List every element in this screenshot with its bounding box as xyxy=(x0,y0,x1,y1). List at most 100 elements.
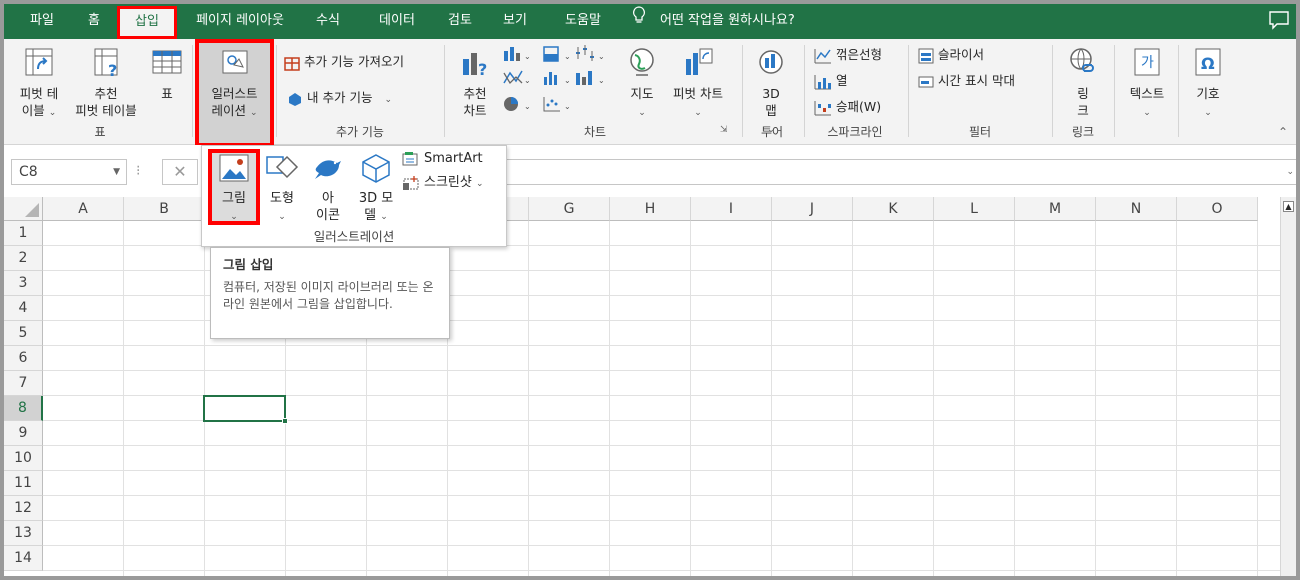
tab-file[interactable]: 파일 xyxy=(24,4,60,39)
expand-formula-icon[interactable]: ⌄ xyxy=(1286,160,1294,184)
group-label-addins: 추가 기능 xyxy=(336,125,384,139)
illustrations-icon xyxy=(195,45,274,83)
smartart-button[interactable]: SmartArt xyxy=(402,148,483,170)
row-header-4[interactable]: 4 xyxy=(4,296,43,321)
tab-insert[interactable]: 삽입 xyxy=(117,6,177,39)
svg-text:⌄: ⌄ xyxy=(564,76,571,85)
recommended-charts-button[interactable]: ? 추천 차트 xyxy=(450,45,500,119)
vertical-scrollbar[interactable]: ▲ xyxy=(1280,197,1296,576)
row-header-13[interactable]: 13 xyxy=(4,521,43,546)
shapes-button[interactable]: 도형 ⌄ xyxy=(260,149,304,226)
column-header-m[interactable]: M xyxy=(1015,197,1096,221)
selected-cell[interactable] xyxy=(203,395,288,424)
link-button[interactable]: 링 크 xyxy=(1058,45,1108,119)
comment-icon[interactable] xyxy=(1268,10,1290,30)
omega-icon: Ω xyxy=(1184,45,1232,83)
tab-review[interactable]: 검토 xyxy=(442,4,478,39)
column-header-i[interactable]: I xyxy=(691,197,772,221)
row-header-12[interactable]: 12 xyxy=(4,496,43,521)
illustrations-button[interactable]: 일러스트 레이션 ⌄ xyxy=(195,39,274,147)
sparkline-winloss-icon xyxy=(814,100,831,115)
row-header-3[interactable]: 3 xyxy=(4,271,43,296)
chart-type-gallery[interactable]: ⌄ ⌄ ⌄ ⌄ ⌄ ⌄ ⌄ ⌄ xyxy=(502,45,614,121)
icons-button[interactable]: 아 이콘 xyxy=(306,149,350,224)
chevron-down-icon[interactable]: ▼ xyxy=(113,160,120,184)
sparkline-winloss-button[interactable]: 승패(W) xyxy=(814,96,881,118)
fill-handle[interactable] xyxy=(282,418,288,424)
sparkline-line-button[interactable]: 꺾은선형 xyxy=(814,44,882,66)
link-globe-icon xyxy=(1058,45,1108,83)
tab-data[interactable]: 데이터 xyxy=(372,4,422,39)
row-header-7[interactable]: 7 xyxy=(4,371,43,396)
column-gridline xyxy=(1257,221,1258,576)
excel-window: 파일 홈 삽입 페이지 레이아웃 수식 데이터 검토 보기 도움말 어떤 작업을… xyxy=(0,0,1300,580)
tab-view[interactable]: 보기 xyxy=(497,4,533,39)
tab-formulas[interactable]: 수식 xyxy=(310,4,346,39)
screenshot-button[interactable]: 스크린샷 ⌄ xyxy=(402,172,484,194)
row-header-9[interactable]: 9 xyxy=(4,421,43,446)
pivot-chart-button[interactable]: 피벗 차트 ⌄ xyxy=(666,45,730,122)
tell-me-box[interactable]: 어떤 작업을 원하시나요? xyxy=(632,4,795,39)
row-header-11[interactable]: 11 xyxy=(4,471,43,496)
chart-type-icons: ⌄ ⌄ ⌄ ⌄ ⌄ ⌄ ⌄ ⌄ xyxy=(503,45,605,112)
column-header-h[interactable]: H xyxy=(610,197,691,221)
3d-map-icon xyxy=(746,45,796,83)
recommended-pivot-table-button[interactable]: ? 추천 피벗 테이블 xyxy=(68,45,144,119)
column-header-n[interactable]: N xyxy=(1096,197,1177,221)
column-header-l[interactable]: L xyxy=(934,197,1015,221)
group-separator xyxy=(804,45,805,137)
recommended-charts-icon: ? xyxy=(450,45,500,83)
scroll-up-icon[interactable]: ▲ xyxy=(1283,201,1294,212)
pivot-table-button[interactable]: 피벗 테 이블 ⌄ xyxy=(12,45,66,122)
group-separator xyxy=(742,45,743,137)
name-box-value: C8 xyxy=(19,164,38,180)
dialog-launcher-icon[interactable]: ⇲ xyxy=(720,125,728,135)
collapse-ribbon-icon[interactable]: ⌃ xyxy=(1278,125,1288,139)
row-header-2[interactable]: 2 xyxy=(4,246,43,271)
dropdown-group-label: 일러스트레이션 xyxy=(313,229,395,244)
column-header-k[interactable]: K xyxy=(853,197,934,221)
tab-page-layout[interactable]: 페이지 레이아웃 xyxy=(186,4,294,39)
picture-button[interactable]: 그림 ⌄ xyxy=(208,149,260,225)
globe-icon xyxy=(620,45,664,83)
maps-button[interactable]: 지도 ⌄ xyxy=(620,45,664,122)
row-header-5[interactable]: 5 xyxy=(4,321,43,346)
column-header-g[interactable]: G xyxy=(529,197,610,221)
name-box[interactable]: C8 ▼ xyxy=(11,159,127,185)
symbols-button[interactable]: Ω 기호 ⌄ xyxy=(1184,45,1232,122)
svg-text:⌄: ⌄ xyxy=(564,102,571,111)
svg-text:⌄: ⌄ xyxy=(524,52,531,61)
timeline-button[interactable]: 시간 표시 막대 xyxy=(918,70,1015,92)
column-header-a[interactable]: A xyxy=(43,197,124,221)
group-separator xyxy=(276,45,277,137)
tab-home[interactable]: 홈 xyxy=(76,4,112,39)
text-box-icon: 가 xyxy=(1120,45,1174,83)
cancel-icon[interactable]: ✕ xyxy=(162,159,198,185)
column-header-b[interactable]: B xyxy=(124,197,205,221)
slicer-icon xyxy=(918,48,934,63)
my-addins-button[interactable]: 내 추가 기능 ⌄ xyxy=(287,87,392,109)
row-header-6[interactable]: 6 xyxy=(4,346,43,371)
sparkline-line-icon xyxy=(814,48,831,63)
text-button[interactable]: 가 텍스트 ⌄ xyxy=(1120,45,1174,122)
table-button[interactable]: 표 xyxy=(146,45,188,102)
row-header-14[interactable]: 14 xyxy=(4,546,43,571)
slicer-button[interactable]: 슬라이서 xyxy=(918,44,984,66)
sparkline-column-button[interactable]: 열 xyxy=(814,70,848,92)
lightbulb-icon xyxy=(632,4,650,37)
get-addins-button[interactable]: 추가 기능 가져오기 xyxy=(284,51,404,73)
addins-icon xyxy=(289,92,301,106)
tab-help[interactable]: 도움말 xyxy=(558,4,608,39)
row-header-1[interactable]: 1 xyxy=(4,221,43,246)
row-header-10[interactable]: 10 xyxy=(4,446,43,471)
row-header-8[interactable]: 8 xyxy=(4,396,43,421)
formula-input[interactable]: ⌄ xyxy=(504,159,1296,185)
formula-bar-grip[interactable]: ⁝ xyxy=(136,159,140,185)
column-header-o[interactable]: O xyxy=(1177,197,1258,221)
column-gridline xyxy=(528,221,529,576)
worksheet-grid[interactable]: ABCDEFGHIJKLMNO 1234567891011121314 ▲ xyxy=(4,197,1296,576)
picture-icon xyxy=(208,153,260,188)
column-header-j[interactable]: J xyxy=(772,197,853,221)
3d-models-button[interactable]: 3D 모 델 ⌄ xyxy=(352,149,400,226)
select-all-button[interactable] xyxy=(4,197,43,221)
